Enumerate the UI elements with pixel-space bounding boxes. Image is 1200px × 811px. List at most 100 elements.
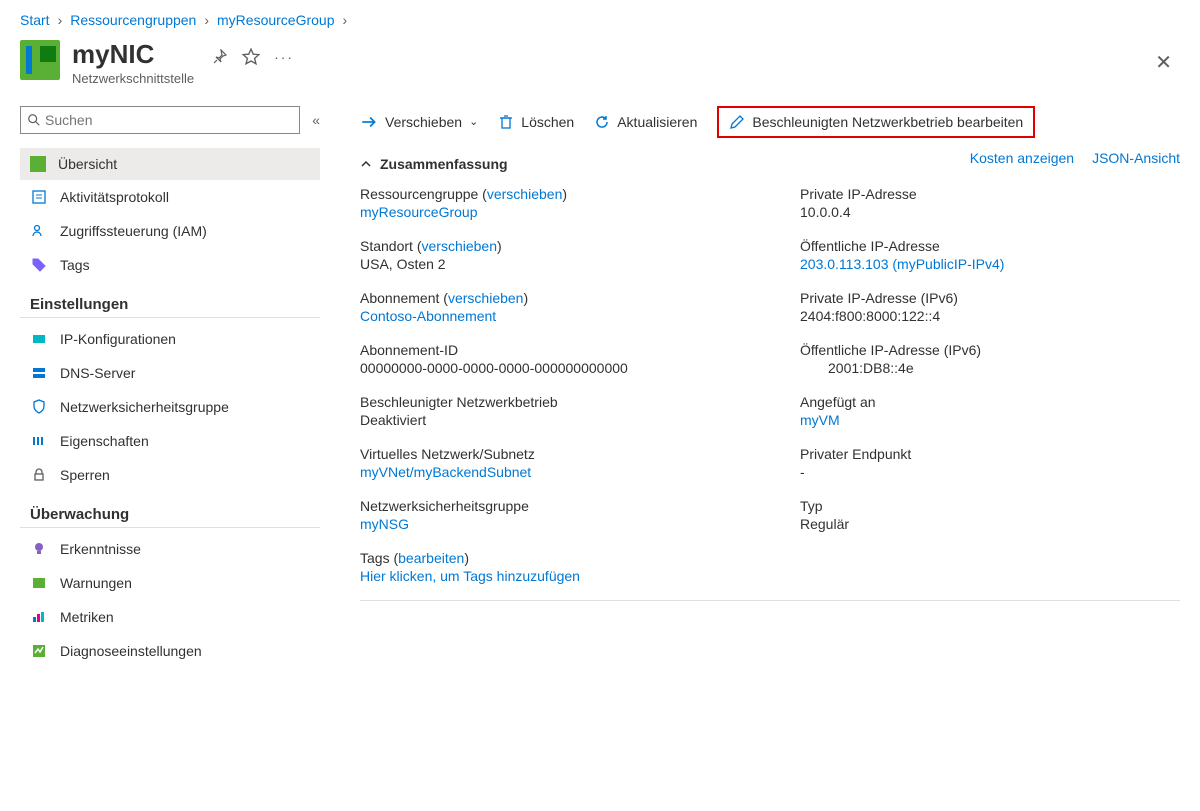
tags-add-link[interactable]: Hier klicken, um Tags hinzuzufügen [360,568,580,584]
collapse-sidebar-icon[interactable]: « [312,112,320,128]
sidebar-item-label: Eigenschaften [60,433,149,449]
search-input[interactable] [41,110,293,130]
private-ipv6-value: 2404:f800:8000:122::4 [800,308,1180,324]
refresh-icon [594,114,610,130]
chevron-up-icon[interactable] [360,158,372,170]
sidebar-item-label: Übersicht [58,156,117,172]
private-endpoint-label: Privater Endpunkt [800,446,1180,462]
rg-value-link[interactable]: myResourceGroup [360,204,478,220]
page-title: myNIC [72,40,194,69]
subscription-label: Abonnement [360,290,439,306]
chevron-right-icon: › [204,12,209,28]
location-value: USA, Osten 2 [360,256,740,272]
command-bar: Verschieben ⌄ Löschen Aktualisieren Besc… [360,106,1180,150]
sidebar-item-metrics[interactable]: Metriken [20,600,320,634]
pin-icon[interactable] [212,49,228,65]
location-move-link[interactable]: verschieben [422,238,498,254]
attached-to-label: Angefügt an [800,394,1180,410]
breadcrumb-item[interactable]: myResourceGroup [217,12,335,28]
accelerated-networking-label: Beschleunigter Netzwerkbetrieb [360,394,740,410]
breadcrumb: Start › Ressourcengruppen › myResourceGr… [20,12,1180,36]
toolbar-label: Verschieben [385,114,462,130]
trash-icon [498,114,514,130]
private-ip-label: Private IP-Adresse [800,186,1180,202]
sidebar-item-overview[interactable]: Übersicht [20,148,320,180]
diagnostic-icon [30,642,48,660]
dns-icon [30,364,48,382]
sidebar-item-label: Zugriffssteuerung (IAM) [60,223,207,239]
tag-icon [30,256,48,274]
sidebar-item-label: IP-Konfigurationen [60,331,176,347]
summary-heading: Zusammenfassung [380,156,508,172]
move-button[interactable]: Verschieben ⌄ [360,113,478,131]
arrow-right-icon [360,113,378,131]
sidebar-item-alerts[interactable]: Warnungen [20,566,320,600]
sidebar-item-tags[interactable]: Tags [20,248,320,282]
tags-edit-link[interactable]: bearbeiten [398,550,464,566]
toolbar-label: Löschen [521,114,574,130]
more-icon[interactable]: ··· [274,49,294,65]
star-icon[interactable] [242,48,260,66]
subscription-value-link[interactable]: Contoso-Abonnement [360,308,496,324]
public-ipv6-value: 2001:DB8::4e [800,360,1180,376]
shield-icon [30,398,48,416]
sidebar-section-monitoring: Überwachung [20,492,320,528]
sidebar-item-locks[interactable]: Sperren [20,458,320,492]
sidebar-item-properties[interactable]: Eigenschaften [20,424,320,458]
sidebar-item-nsg[interactable]: Netzwerksicherheitsgruppe [20,390,320,424]
alerts-icon [30,574,48,592]
sidebar-item-activity-log[interactable]: Aktivitätsprotokoll [20,180,320,214]
sidebar-item-dns-servers[interactable]: DNS-Server [20,356,320,390]
pencil-icon [729,114,745,130]
nsg-label: Netzwerksicherheitsgruppe [360,498,740,514]
subscription-move-link[interactable]: verschieben [448,290,524,306]
edit-accelerated-networking-button[interactable]: Beschleunigten Netzwerkbetrieb bearbeite… [717,106,1035,138]
subscription-id-label: Abonnement-ID [360,342,740,358]
sidebar-item-iam[interactable]: Zugriffssteuerung (IAM) [20,214,320,248]
accelerated-networking-value: Deaktiviert [360,412,740,428]
sidebar-item-label: Tags [60,257,90,273]
lightbulb-icon [30,540,48,558]
location-label: Standort [360,238,413,254]
sidebar-item-diagnostic-settings[interactable]: Diagnoseeinstellungen [20,634,320,668]
vnet-subnet-label: Virtuelles Netzwerk/Subnetz [360,446,740,462]
nic-resource-icon [20,40,60,80]
breadcrumb-item[interactable]: Start [20,12,50,28]
people-icon [30,222,48,240]
rg-move-link[interactable]: verschieben [487,186,563,202]
vnet-subnet-link[interactable]: myVNet/myBackendSubnet [360,464,531,480]
public-ip-link[interactable]: 203.0.113.103 (myPublicIP-IPv4) [800,256,1004,272]
ip-config-icon [30,330,48,348]
activity-log-icon [30,188,48,206]
sidebar-item-ip-configurations[interactable]: IP-Konfigurationen [20,322,320,356]
sidebar-item-label: Aktivitätsprotokoll [60,189,169,205]
sidebar-item-insights[interactable]: Erkenntnisse [20,532,320,566]
nsg-value-link[interactable]: myNSG [360,516,409,532]
close-button[interactable]: ✕ [1147,46,1180,79]
json-view-link[interactable]: JSON-Ansicht [1092,150,1180,166]
refresh-button[interactable]: Aktualisieren [594,114,697,130]
properties-icon [30,432,48,450]
lock-icon [30,466,48,484]
breadcrumb-item[interactable]: Ressourcengruppen [70,12,196,28]
search-icon [27,113,41,127]
view-cost-link[interactable]: Kosten anzeigen [970,150,1074,166]
chevron-right-icon: › [58,12,63,28]
sidebar-item-label: Erkenntnisse [60,541,141,557]
public-ipv6-label: Öffentliche IP-Adresse (IPv6) [800,342,1180,358]
private-endpoint-value: - [800,464,1180,480]
attached-to-link[interactable]: myVM [800,412,840,428]
metrics-icon [30,608,48,626]
sidebar-item-label: Sperren [60,467,110,483]
nic-icon [30,156,46,172]
sidebar-section-settings: Einstellungen [20,282,320,318]
sidebar-item-label: Diagnoseeinstellungen [60,643,202,659]
search-input-wrapper[interactable] [20,106,300,134]
sidebar-item-label: Warnungen [60,575,132,591]
public-ip-label: Öffentliche IP-Adresse [800,238,1180,254]
sidebar-item-label: Metriken [60,609,114,625]
type-label: Typ [800,498,1180,514]
sidebar-item-label: DNS-Server [60,365,135,381]
rg-label: Ressourcengruppe [360,186,478,202]
delete-button[interactable]: Löschen [498,114,574,130]
